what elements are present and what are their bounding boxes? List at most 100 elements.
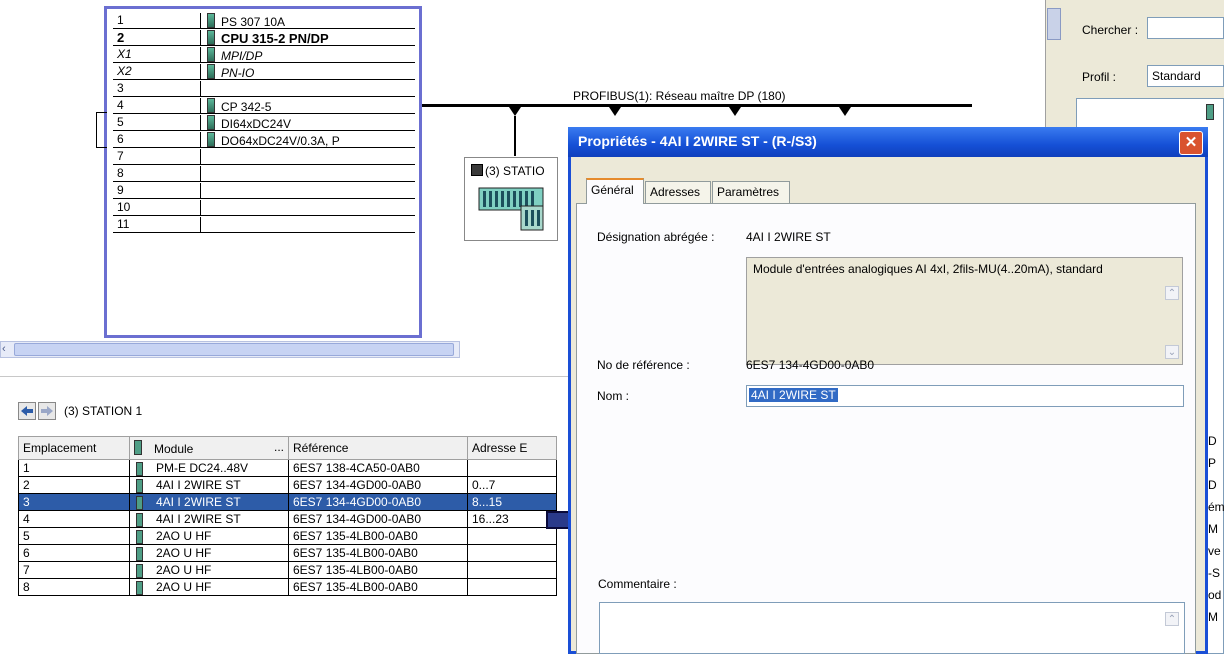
cell-address: [467, 578, 557, 596]
rack-module-name: DO64xDC24V/0.3A, P: [221, 134, 340, 148]
rack-slot-row[interactable]: 9: [113, 182, 415, 199]
module-icon: [207, 13, 215, 28]
rack-module-name: PN-IO: [221, 66, 255, 80]
rack-slot-row[interactable]: 3: [113, 80, 415, 97]
rack-slot-row[interactable]: 6 DO64xDC24V/0.3A, P: [113, 131, 415, 148]
table-row[interactable]: 3 4AI I 2WIRE ST 6ES7 134-4GD00-0AB0 8...15: [18, 493, 557, 511]
forward-button[interactable]: [38, 402, 56, 420]
rack-slot-row[interactable]: 4 CP 342-5: [113, 97, 415, 114]
rack-module-cell[interactable]: [200, 217, 415, 233]
module-table: Emplacement Module... Référence Adresse …: [18, 436, 557, 596]
table-row[interactable]: 6 2AO U HF 6ES7 135-4LB00-0AB0: [18, 544, 557, 562]
tab-parametres[interactable]: Paramètres: [712, 181, 790, 203]
scroll-left-icon[interactable]: ‹: [2, 343, 6, 355]
desc-scroll-up-icon[interactable]: ⌃: [1165, 286, 1179, 300]
col-adresse-e[interactable]: Adresse E: [467, 436, 557, 460]
col-emplacement[interactable]: Emplacement: [18, 436, 130, 460]
cell-slot: 1: [18, 459, 130, 477]
rack-module-cell[interactable]: CPU 315-2 PN/DP: [200, 30, 415, 46]
cell-module: 2AO U HF: [129, 527, 289, 545]
profibus-line: [422, 104, 972, 107]
comment-field[interactable]: [599, 602, 1185, 654]
reference-value: 6ES7 134-4GD00-0AB0: [746, 358, 875, 372]
rack-slot-number: 9: [117, 183, 124, 197]
cell-reference: 6ES7 135-4LB00-0AB0: [288, 544, 468, 562]
catalog-item-fragment: ém: [1208, 500, 1224, 514]
rack-module-name: DI64xDC24V: [221, 117, 292, 131]
rack-slot-row[interactable]: 7: [113, 148, 415, 165]
cell-slot: 8: [18, 578, 130, 596]
dialog-title: Propriétés - 4AI I 2WIRE ST - (R-/S3): [578, 133, 817, 149]
rack-slot-row[interactable]: 2 CPU 315-2 PN/DP: [113, 29, 415, 46]
bus-drop-2: [609, 107, 621, 116]
table-row[interactable]: 1 PM-E DC24..48V 6ES7 138-4CA50-0AB0: [18, 459, 557, 477]
rack-window: 1 PS 307 10A 2 CPU 315-2 PN/DP X1 MPI/DP X2 PN-…: [104, 6, 422, 338]
cell-address: [467, 527, 557, 545]
module-icon: [207, 98, 215, 113]
col-reference[interactable]: Référence: [288, 436, 468, 460]
tab-general[interactable]: Général: [586, 178, 644, 204]
tab-adresses[interactable]: Adresses: [645, 181, 711, 203]
catalog-item-fragment: ve: [1208, 544, 1221, 558]
cell-address: 16...23: [467, 510, 557, 528]
rack-module-cell[interactable]: DI64xDC24V: [200, 115, 415, 131]
rack-module-cell[interactable]: CP 342-5: [200, 98, 415, 114]
rack-module-cell[interactable]: PN-IO: [200, 64, 415, 80]
name-field-value[interactable]: 4AI I 2WIRE ST: [749, 388, 838, 402]
table-row[interactable]: 8 2AO U HF 6ES7 135-4LB00-0AB0: [18, 578, 557, 596]
cell-module: 2AO U HF: [129, 561, 289, 579]
rack-module-name: MPI/DP: [221, 49, 263, 63]
rack-slot-row[interactable]: X1 MPI/DP: [113, 46, 415, 63]
rack-module-cell[interactable]: DO64xDC24V/0.3A, P: [200, 132, 415, 148]
table-row[interactable]: 7 2AO U HF 6ES7 135-4LB00-0AB0: [18, 561, 557, 579]
catalog-edge-text: D P Dém Mve -S od M: [1208, 430, 1224, 628]
rack-connector: [96, 112, 107, 148]
table-row[interactable]: 2 4AI I 2WIRE ST 6ES7 134-4GD00-0AB0 0...7: [18, 476, 557, 494]
catalog-item-fragment: D: [1208, 478, 1217, 492]
rack-module-cell[interactable]: [200, 200, 415, 216]
rack-module-cell[interactable]: MPI/DP: [200, 47, 415, 63]
rack-module-cell[interactable]: [200, 149, 415, 165]
cell-reference: 6ES7 135-4LB00-0AB0: [288, 578, 468, 596]
rack-module-cell[interactable]: PS 307 10A: [200, 13, 415, 29]
station-3-node[interactable]: (3) STATIO: [464, 157, 558, 241]
rack-slot-number: X2: [117, 64, 132, 78]
cell-module: 2AO U HF: [129, 578, 289, 596]
station-icon: [471, 164, 483, 176]
rack-slot-row[interactable]: 5 DI64xDC24V: [113, 114, 415, 131]
cell-slot: 3: [18, 493, 130, 511]
module-icon: [136, 564, 143, 578]
cell-module: 2AO U HF: [129, 544, 289, 562]
rack-hscroll-thumb[interactable]: [14, 343, 454, 356]
bus-drop-line: [514, 116, 516, 156]
table-row[interactable]: 4 4AI I 2WIRE ST 6ES7 134-4GD00-0AB0 16...2…: [18, 510, 557, 528]
cell-reference: 6ES7 134-4GD00-0AB0: [288, 476, 468, 494]
rack-slot-row[interactable]: 8: [113, 165, 415, 182]
module-icon: [207, 115, 215, 130]
rack-slot-row[interactable]: 10: [113, 199, 415, 216]
rack-slot-row[interactable]: 1 PS 307 10A: [113, 12, 415, 29]
rack-module-cell[interactable]: [200, 183, 415, 199]
back-button[interactable]: [18, 402, 36, 420]
module-icon: [136, 581, 143, 595]
rack-slot-row[interactable]: X2 PN-IO: [113, 63, 415, 80]
module-icon: [136, 513, 143, 527]
close-button[interactable]: ✕: [1179, 131, 1203, 155]
table-row[interactable]: 5 2AO U HF 6ES7 135-4LB00-0AB0: [18, 527, 557, 545]
search-input[interactable]: [1147, 17, 1224, 39]
search-label: Chercher :: [1082, 23, 1139, 37]
catalog-scrollbar[interactable]: [1047, 8, 1061, 40]
col-module[interactable]: Module...: [129, 436, 289, 460]
catalog-item-fragment: M: [1208, 522, 1218, 536]
desc-scroll-down-icon[interactable]: ⌄: [1165, 345, 1179, 359]
rack-slot-row[interactable]: 11: [113, 216, 415, 233]
rack-slot-number: 10: [117, 200, 131, 214]
rack-module-cell[interactable]: [200, 81, 415, 97]
rack-slot-number: 2: [117, 30, 125, 45]
rack-module-cell[interactable]: [200, 166, 415, 182]
rack-module-name: CP 342-5: [221, 100, 272, 114]
cell-address: [467, 544, 557, 562]
comment-scroll-up-icon[interactable]: ⌃: [1165, 612, 1179, 626]
rack-slot-number: 8: [117, 166, 124, 180]
profile-select[interactable]: Standard: [1147, 65, 1224, 87]
